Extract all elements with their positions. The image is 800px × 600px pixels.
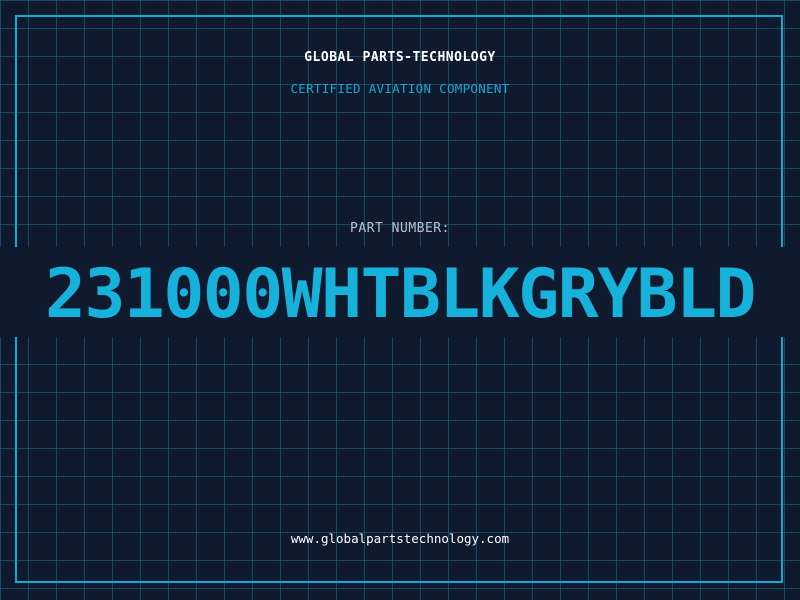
part-number-label: PART NUMBER: — [350, 221, 450, 236]
part-label-canvas: GLOBAL PARTS-TECHNOLOGY CERTIFIED AVIATI… — [0, 0, 800, 600]
part-number-value: 231000WHTBLKGRYBLD — [45, 255, 756, 334]
website-url: www.globalpartstechnology.com — [290, 531, 510, 546]
brand-name: GLOBAL PARTS-TECHNOLOGY — [304, 50, 496, 65]
certification-subtitle: CERTIFIED AVIATION COMPONENT — [290, 81, 510, 96]
